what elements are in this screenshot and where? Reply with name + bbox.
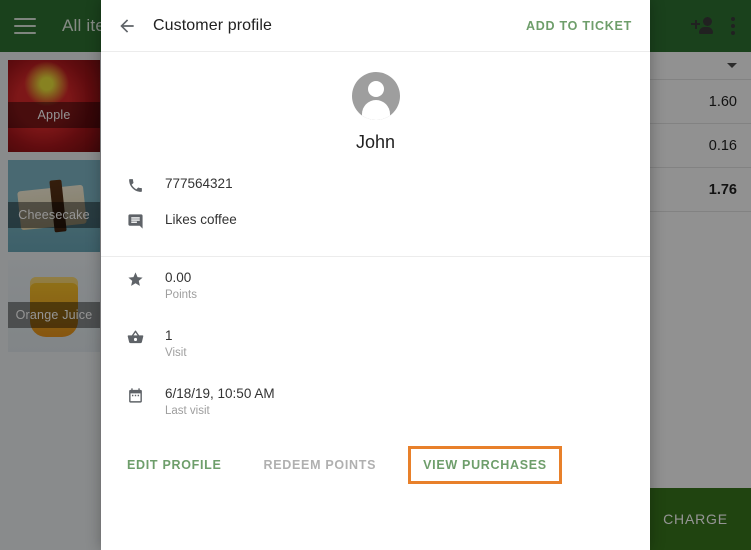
points-label: Points	[165, 289, 197, 301]
customer-name: John	[355, 132, 396, 152]
view-purchases-button[interactable]: VIEW PURCHASES	[408, 446, 562, 484]
info-row-note: Likes coffee	[101, 211, 650, 247]
dialog-title: Customer profile	[153, 16, 272, 34]
redeem-points-button[interactable]: REDEEM POINTS	[254, 448, 387, 482]
add-to-ticket-button[interactable]: ADD TO TICKET	[526, 0, 632, 52]
info-text: 1 Visit	[165, 327, 187, 361]
info-row-last-visit: 6/18/19, 10:50 AM Last visit	[101, 385, 650, 429]
dialog-app-bar: Customer profile ADD TO TICKET	[101, 0, 650, 52]
phone-value: 777564321	[165, 176, 233, 191]
customer-profile-dialog: Customer profile ADD TO TICKET John 7775…	[101, 0, 650, 550]
back-arrow-icon[interactable]	[101, 0, 153, 52]
info-text: Likes coffee	[165, 211, 237, 228]
phone-icon	[123, 175, 147, 194]
info-row-phone: 777564321	[101, 175, 650, 211]
customer-header: John	[101, 52, 650, 153]
visits-label: Visit	[165, 347, 187, 359]
info-divider	[101, 256, 650, 257]
visits-value: 1	[165, 328, 173, 343]
info-text: 0.00 Points	[165, 269, 197, 303]
star-icon	[123, 269, 147, 288]
points-value: 0.00	[165, 270, 192, 285]
last-visit-label: Last visit	[165, 405, 210, 417]
profile-actions: EDIT PROFILE REDEEM POINTS VIEW PURCHASE…	[101, 445, 650, 485]
basket-icon	[123, 327, 147, 346]
note-value: Likes coffee	[165, 212, 237, 227]
edit-profile-button[interactable]: EDIT PROFILE	[117, 448, 232, 482]
calendar-icon	[123, 385, 147, 404]
info-row-points: 0.00 Points	[101, 269, 650, 313]
note-icon	[123, 211, 147, 230]
info-row-visits: 1 Visit	[101, 327, 650, 371]
person-avatar-icon	[351, 72, 400, 120]
customer-info-list: 777564321 Likes coffee 0.00 Points 1 Vis…	[101, 175, 650, 429]
last-visit-value: 6/18/19, 10:50 AM	[165, 386, 275, 401]
info-text: 777564321	[165, 175, 233, 192]
info-text: 6/18/19, 10:50 AM Last visit	[165, 385, 275, 419]
dialog-body: John 777564321 Likes coffee 0.00 Points …	[101, 52, 650, 550]
screen-root: Apple Cheesecake Orange Juice 1.60 0.16	[0, 0, 751, 550]
